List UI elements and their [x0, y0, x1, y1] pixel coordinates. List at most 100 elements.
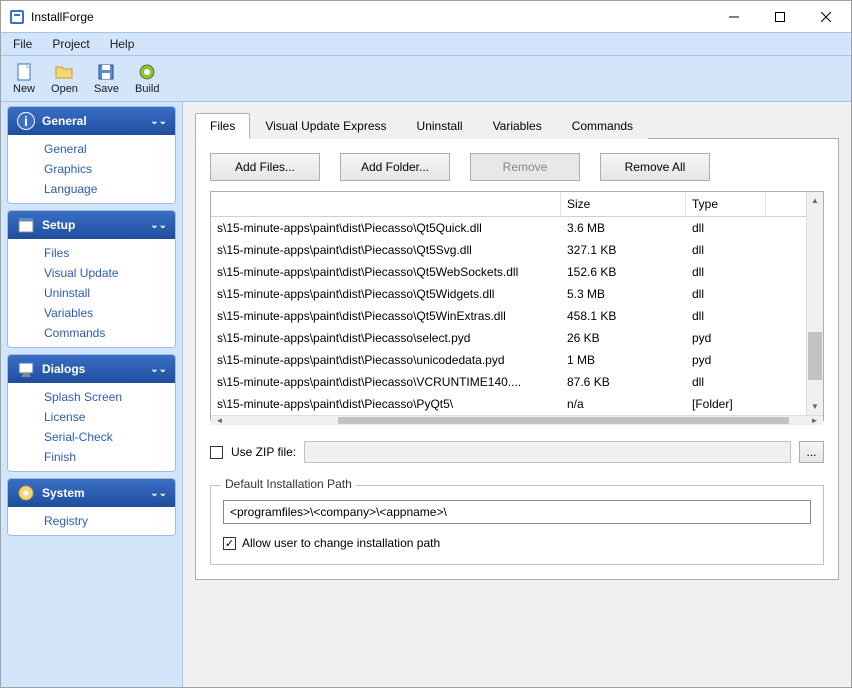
horizontal-scrollbar[interactable]: ◄ ►	[211, 415, 823, 425]
sidebar-item-files[interactable]: Files	[8, 243, 175, 263]
info-icon: i	[16, 111, 36, 131]
sidebar-item-serial[interactable]: Serial-Check	[8, 427, 175, 447]
file-type-cell: pyd	[686, 353, 766, 367]
sidebar-item-visual-update[interactable]: Visual Update	[8, 263, 175, 283]
screen-icon	[16, 359, 36, 379]
scroll-up-icon[interactable]: ▲	[807, 192, 823, 209]
col-header-size[interactable]: Size	[561, 192, 686, 216]
sidebar-item-finish[interactable]: Finish	[8, 447, 175, 467]
scroll-right-icon[interactable]: ►	[806, 416, 823, 425]
tab-variables[interactable]: Variables	[478, 113, 557, 139]
file-name-cell: s\15-minute-apps\paint\dist\Piecasso\Qt5…	[211, 309, 561, 323]
sidebar-item-registry[interactable]: Registry	[8, 511, 175, 531]
sidebar-item-general[interactable]: General	[8, 139, 175, 159]
menu-help[interactable]: Help	[100, 35, 145, 53]
allow-change-label: Allow user to change installation path	[242, 536, 440, 550]
file-type-cell: dll	[686, 243, 766, 257]
file-type-cell: dll	[686, 265, 766, 279]
file-row[interactable]: s\15-minute-apps\paint\dist\Piecasso\Qt5…	[211, 239, 806, 261]
build-button[interactable]: Build	[127, 60, 167, 97]
file-size-cell: 458.1 KB	[561, 309, 686, 323]
sidebar-item-license[interactable]: License	[8, 407, 175, 427]
file-size-cell: 1 MB	[561, 353, 686, 367]
zip-file-input	[304, 441, 791, 463]
panel-header-general[interactable]: i General ⌄⌄	[8, 107, 175, 135]
file-type-cell: pyd	[686, 331, 766, 345]
panel-title: System	[42, 486, 150, 500]
add-files-button[interactable]: Add Files...	[210, 153, 320, 181]
new-button[interactable]: New	[5, 60, 43, 97]
menu-project[interactable]: Project	[42, 35, 99, 53]
file-row[interactable]: s\15-minute-apps\paint\dist\Piecasso\Qt5…	[211, 283, 806, 305]
tab-visual-update[interactable]: Visual Update Express	[250, 113, 401, 139]
file-size-cell: 87.6 KB	[561, 375, 686, 389]
sidebar-item-uninstall[interactable]: Uninstall	[8, 283, 175, 303]
folder-open-icon	[54, 62, 74, 82]
close-button[interactable]	[803, 1, 849, 32]
minimize-button[interactable]	[711, 1, 757, 32]
file-row[interactable]: s\15-minute-apps\paint\dist\Piecasso\uni…	[211, 349, 806, 371]
gear-icon	[137, 62, 157, 82]
add-folder-button[interactable]: Add Folder...	[340, 153, 450, 181]
app-icon	[9, 9, 25, 25]
file-row[interactable]: s\15-minute-apps\paint\dist\Piecasso\VCR…	[211, 371, 806, 393]
file-row[interactable]: s\15-minute-apps\paint\dist\Piecasso\Qt5…	[211, 217, 806, 239]
toolbar-label: Open	[51, 83, 78, 95]
panel-title: Dialogs	[42, 362, 150, 376]
file-type-cell: dll	[686, 309, 766, 323]
tab-content-files: Add Files... Add Folder... Remove Remove…	[195, 139, 839, 580]
file-type-cell: [Folder]	[686, 397, 766, 411]
col-header-type[interactable]: Type	[686, 192, 766, 216]
panel-setup: Setup ⌄⌄ Files Visual Update Uninstall V…	[7, 210, 176, 348]
chevron-down-icon: ⌄⌄	[150, 116, 167, 127]
chevron-down-icon: ⌄⌄	[150, 220, 167, 231]
file-rows[interactable]: s\15-minute-apps\paint\dist\Piecasso\Qt5…	[211, 217, 806, 415]
file-row[interactable]: s\15-minute-apps\paint\dist\Piecasso\Qt5…	[211, 305, 806, 327]
browse-zip-button[interactable]: ...	[799, 441, 824, 463]
vertical-scrollbar[interactable]: ▲ ▼	[806, 192, 823, 415]
tab-uninstall[interactable]: Uninstall	[402, 113, 478, 139]
panel-dialogs: Dialogs ⌄⌄ Splash Screen License Serial-…	[7, 354, 176, 472]
save-icon	[96, 62, 116, 82]
open-button[interactable]: Open	[43, 60, 86, 97]
tab-bar: Files Visual Update Express Uninstall Va…	[195, 112, 839, 139]
use-zip-checkbox[interactable]	[210, 446, 223, 459]
panel-header-setup[interactable]: Setup ⌄⌄	[8, 211, 175, 239]
panel-system: System ⌄⌄ Registry	[7, 478, 176, 536]
menu-file[interactable]: File	[3, 35, 42, 53]
remove-button[interactable]: Remove	[470, 153, 580, 181]
file-size-cell: 152.6 KB	[561, 265, 686, 279]
sidebar-item-variables[interactable]: Variables	[8, 303, 175, 323]
panel-header-dialogs[interactable]: Dialogs ⌄⌄	[8, 355, 175, 383]
sidebar-item-commands[interactable]: Commands	[8, 323, 175, 343]
file-name-cell: s\15-minute-apps\paint\dist\Piecasso\Qt5…	[211, 287, 561, 301]
scroll-left-icon[interactable]: ◄	[211, 416, 228, 425]
sidebar[interactable]: i General ⌄⌄ General Graphics Language S…	[1, 102, 183, 687]
install-path-input[interactable]	[223, 500, 811, 524]
file-size-cell: 3.6 MB	[561, 221, 686, 235]
file-name-cell: s\15-minute-apps\paint\dist\Piecasso\PyQ…	[211, 397, 561, 411]
save-button[interactable]: Save	[86, 60, 127, 97]
file-name-cell: s\15-minute-apps\paint\dist\Piecasso\VCR…	[211, 375, 561, 389]
maximize-button[interactable]	[757, 1, 803, 32]
file-row[interactable]: s\15-minute-apps\paint\dist\Piecasso\Qt5…	[211, 261, 806, 283]
tab-commands[interactable]: Commands	[557, 113, 648, 139]
box-icon	[16, 215, 36, 235]
panel-header-system[interactable]: System ⌄⌄	[8, 479, 175, 507]
sidebar-item-graphics[interactable]: Graphics	[8, 159, 175, 179]
remove-all-button[interactable]: Remove All	[600, 153, 710, 181]
panel-title: General	[42, 114, 150, 128]
svg-text:i: i	[24, 113, 28, 129]
tab-files[interactable]: Files	[195, 113, 250, 139]
file-row[interactable]: s\15-minute-apps\paint\dist\Piecasso\PyQ…	[211, 393, 806, 415]
toolbar-label: New	[13, 83, 35, 95]
sidebar-item-splash[interactable]: Splash Screen	[8, 387, 175, 407]
sidebar-item-language[interactable]: Language	[8, 179, 175, 199]
panel-general: i General ⌄⌄ General Graphics Language	[7, 106, 176, 204]
scroll-down-icon[interactable]: ▼	[807, 398, 823, 415]
allow-change-checkbox[interactable]: ✓	[223, 537, 236, 550]
file-row[interactable]: s\15-minute-apps\paint\dist\Piecasso\sel…	[211, 327, 806, 349]
hscroll-thumb[interactable]	[338, 417, 789, 424]
col-header-name[interactable]	[211, 192, 561, 216]
scroll-thumb[interactable]	[808, 332, 822, 380]
